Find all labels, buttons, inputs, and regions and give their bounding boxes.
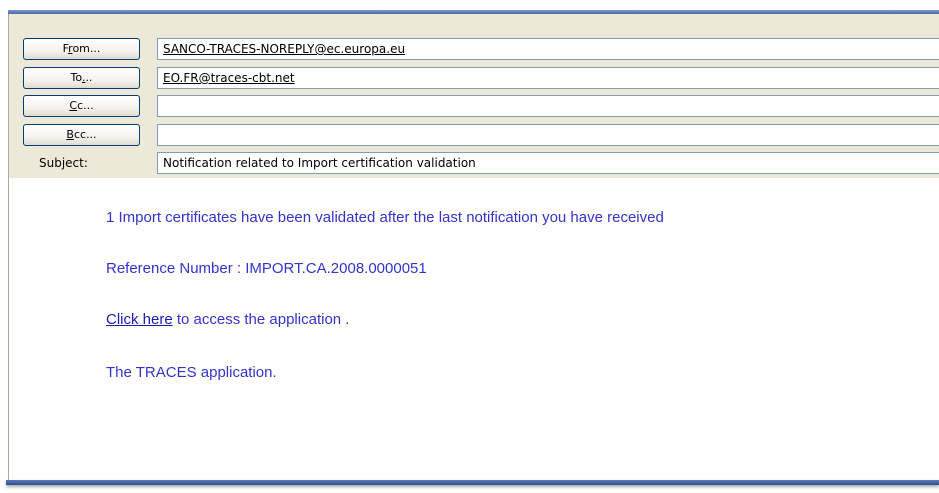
subject-value: Notification related to Import certifica… xyxy=(163,156,476,170)
signature-line: The TRACES application. xyxy=(106,364,277,381)
to-field[interactable]: EO.FR@traces-cbt.net xyxy=(157,67,939,89)
to-address[interactable]: EO.FR@traces-cbt.net xyxy=(163,71,295,85)
bcc-button-accel: B xyxy=(66,128,74,141)
from-field[interactable]: SANCO-TRACES-NOREPLY@ec.europa.eu xyxy=(157,38,939,60)
subject-label: Subject: xyxy=(39,156,88,170)
subject-field[interactable]: Notification related to Import certifica… xyxy=(157,152,939,174)
from-button[interactable]: From... xyxy=(23,38,140,60)
cc-button-accel: C xyxy=(69,99,78,112)
subject-row: Subject: Notification related to Import … xyxy=(9,152,939,176)
cc-field[interactable] xyxy=(157,95,939,117)
to-button-label: To xyxy=(70,71,82,84)
bcc-row: Bcc... xyxy=(9,124,939,148)
bcc-button-label-rest: cc... xyxy=(73,128,97,141)
to-row: To... EO.FR@traces-cbt.net xyxy=(9,67,939,91)
click-here-link[interactable]: Click here xyxy=(106,311,173,328)
access-link-text: to access the application . xyxy=(172,311,350,328)
cc-button-label-rest: c... xyxy=(77,99,94,112)
cc-button[interactable]: Cc... xyxy=(23,95,140,117)
to-button-label-rest: .. xyxy=(85,71,93,84)
from-row: From... SANCO-TRACES-NOREPLY@ec.europa.e… xyxy=(9,38,939,62)
bcc-field[interactable] xyxy=(157,124,939,146)
message-body[interactable]: 1 Import certificates have been validate… xyxy=(9,178,939,480)
message-line-1: 1 Import certificates have been validate… xyxy=(106,209,664,226)
access-link-line: Click here to access the application . xyxy=(106,311,349,328)
cc-row: Cc... xyxy=(9,95,939,119)
message-window: From... SANCO-TRACES-NOREPLY@ec.europa.e… xyxy=(8,14,939,480)
from-address[interactable]: SANCO-TRACES-NOREPLY@ec.europa.eu xyxy=(163,42,405,56)
from-button-label-rest: om... xyxy=(72,42,101,55)
reference-number-line: Reference Number : IMPORT.CA.2008.000005… xyxy=(106,260,427,277)
window-bottom-edge xyxy=(6,480,939,485)
to-button[interactable]: To... xyxy=(23,67,140,89)
bcc-button[interactable]: Bcc... xyxy=(23,124,140,146)
